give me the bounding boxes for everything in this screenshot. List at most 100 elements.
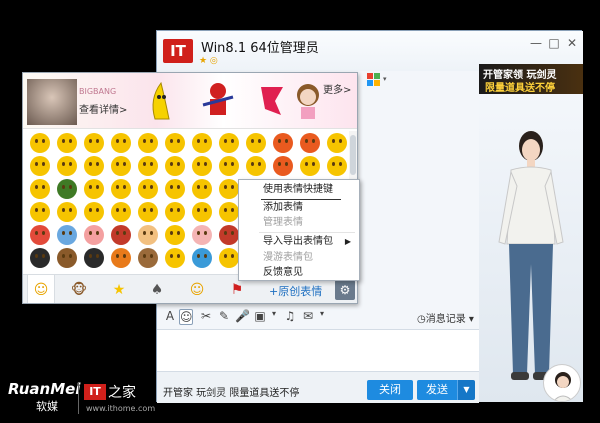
emoji-item[interactable] — [165, 201, 185, 222]
emoji-item[interactable] — [30, 132, 50, 153]
message-input[interactable] — [157, 329, 479, 371]
status-icons[interactable]: ★ ◎ — [199, 56, 218, 66]
app-grid-icon[interactable] — [367, 73, 381, 87]
gear-icon[interactable]: ⚙ — [335, 280, 355, 300]
emoji-item[interactable] — [84, 201, 104, 222]
emoji-item[interactable] — [84, 224, 104, 245]
emoji-item[interactable] — [192, 132, 212, 153]
emoji-item[interactable] — [192, 247, 212, 268]
menu-item-import-export[interactable]: 导入导出表情包 ▶ — [239, 234, 359, 250]
magic-icon[interactable]: ✂ — [199, 309, 213, 323]
maximize-button[interactable]: □ — [545, 35, 563, 51]
emoji-item[interactable] — [30, 247, 50, 268]
emoji-item[interactable] — [30, 155, 50, 176]
emoji-item[interactable] — [192, 178, 212, 199]
banana-sticker-icon[interactable] — [145, 79, 179, 123]
emoji-item[interactable] — [165, 155, 185, 176]
menu-item-add-emoji[interactable]: 添加表情 — [239, 200, 359, 216]
emoji-item[interactable] — [84, 247, 104, 268]
emoji-icon[interactable]: ☺ — [179, 309, 193, 325]
emoji-item[interactable] — [246, 155, 266, 176]
menu-item-emoji-shortcut[interactable]: 使用表情快捷键 — [239, 182, 359, 198]
nudge-icon[interactable]: ✎ — [217, 309, 231, 323]
emoji-item[interactable] — [165, 178, 185, 199]
emoji-item[interactable] — [300, 132, 320, 153]
emoji-item[interactable] — [84, 132, 104, 153]
microphone-icon[interactable]: 🎤 — [235, 309, 250, 323]
mail-icon[interactable]: ✉ — [301, 309, 315, 323]
emoji-item[interactable] — [57, 201, 77, 222]
emoji-item[interactable] — [57, 132, 77, 153]
girl-sticker-icon[interactable] — [291, 79, 325, 123]
emoji-item[interactable] — [300, 155, 320, 176]
emoji-item[interactable] — [30, 178, 50, 199]
emoji-item[interactable] — [30, 224, 50, 245]
emoji-item[interactable] — [57, 224, 77, 245]
banner-detail-link[interactable]: 查看详情> — [79, 101, 127, 116]
emoji-item[interactable] — [192, 155, 212, 176]
emoji-item[interactable] — [273, 155, 293, 176]
emoji-item[interactable] — [138, 132, 158, 153]
message-history-button[interactable]: ◷消息记录 ▾ — [417, 310, 474, 325]
emoji-item[interactable] — [246, 132, 266, 153]
emoji-item[interactable] — [84, 178, 104, 199]
emoji-item[interactable] — [219, 155, 239, 176]
emoji-item[interactable] — [219, 132, 239, 153]
minimize-button[interactable]: — — [527, 35, 545, 51]
chevron-down-icon[interactable]: ▾ — [267, 309, 281, 318]
music-icon[interactable]: ♫ — [283, 309, 297, 323]
emoji-item[interactable] — [111, 155, 131, 176]
emoji-item[interactable] — [219, 224, 239, 245]
emoji-item[interactable] — [111, 201, 131, 222]
image-icon[interactable]: ▣ — [253, 309, 267, 323]
emoji-item[interactable] — [192, 201, 212, 222]
emoji-item[interactable] — [138, 201, 158, 222]
contact-avatar[interactable]: IT — [163, 39, 193, 63]
tab-monkey-emoji[interactable]: 🐵 — [65, 275, 93, 303]
emoji-item[interactable] — [138, 247, 158, 268]
heart-sticker-icon[interactable] — [255, 79, 289, 123]
emoji-item[interactable] — [57, 247, 77, 268]
emoji-item[interactable] — [30, 201, 50, 222]
emoji-item[interactable] — [111, 247, 131, 268]
emoji-item[interactable] — [138, 178, 158, 199]
emoji-item[interactable] — [57, 178, 77, 199]
promo-link[interactable]: 开管家 玩剑灵 限量道具送不停 — [163, 384, 299, 399]
chevron-down-icon[interactable]: ▾ — [383, 75, 387, 83]
send-button[interactable]: 发送 — [417, 380, 457, 400]
add-original-emoji-button[interactable]: +原创表情 — [269, 283, 322, 299]
emoji-banner[interactable]: BIGBANG 查看详情> 更多> — [23, 73, 357, 129]
emoji-item[interactable] — [219, 247, 239, 268]
chevron-down-icon[interactable]: ▾ — [315, 309, 329, 318]
emoji-item[interactable] — [273, 132, 293, 153]
spiderman-sticker-icon[interactable] — [201, 79, 235, 123]
user-avatar[interactable] — [543, 364, 581, 402]
close-window-button[interactable]: ✕ — [563, 35, 581, 51]
emoji-item[interactable] — [165, 247, 185, 268]
bigbang-sticker-image[interactable] — [27, 79, 77, 125]
scrollbar-thumb[interactable] — [350, 135, 356, 175]
menu-item-feedback[interactable]: 反馈意见 — [239, 265, 359, 281]
emoji-item[interactable] — [111, 224, 131, 245]
close-button[interactable]: 关闭 — [367, 380, 413, 400]
font-icon[interactable]: A — [163, 309, 177, 323]
emoji-item[interactable] — [327, 132, 347, 153]
emoji-item[interactable] — [57, 155, 77, 176]
emoji-item[interactable] — [138, 224, 158, 245]
emoji-item[interactable] — [192, 224, 212, 245]
emoji-item[interactable] — [219, 201, 239, 222]
side-ad-banner[interactable]: 开管家领 玩剑灵 限量道具送不停 — [479, 64, 583, 94]
send-options-button[interactable]: ▼ — [457, 380, 475, 400]
emoji-item[interactable] — [111, 178, 131, 199]
emoji-item[interactable] — [165, 132, 185, 153]
emoji-item[interactable] — [327, 155, 347, 176]
tab-rabbit-emoji[interactable]: ♠ — [143, 275, 171, 303]
tab-custom-emoji[interactable]: ☺ — [183, 275, 211, 303]
emoji-item[interactable] — [111, 132, 131, 153]
emoji-item[interactable] — [138, 155, 158, 176]
emoji-item[interactable] — [84, 155, 104, 176]
banner-more-link[interactable]: 更多> — [323, 81, 351, 96]
emoji-item[interactable] — [165, 224, 185, 245]
side-ad-panel[interactable]: 开管家领 玩剑灵 限量道具送不停 — [479, 64, 583, 402]
emoji-item[interactable] — [219, 178, 239, 199]
